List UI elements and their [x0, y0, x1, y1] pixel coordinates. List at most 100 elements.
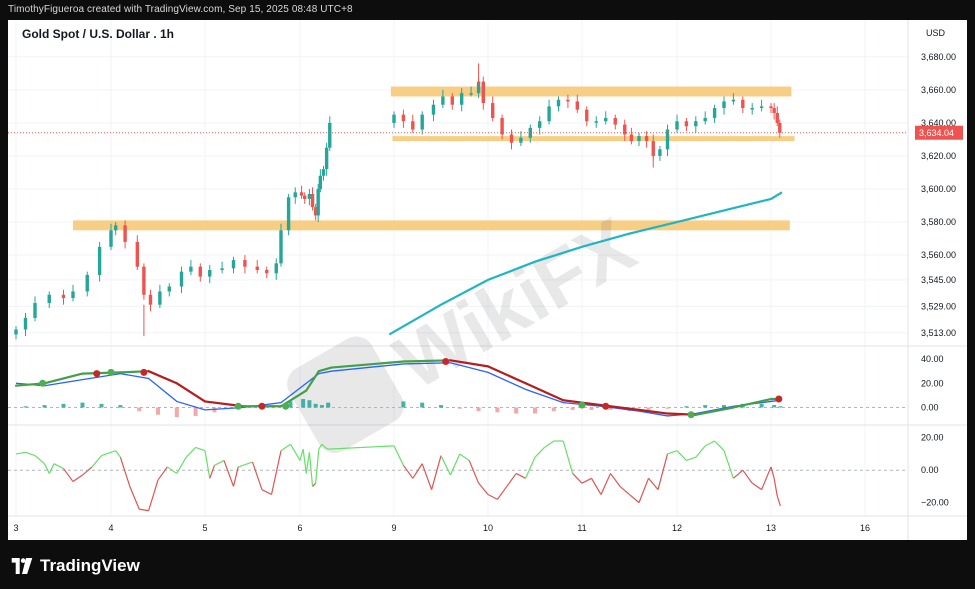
chart-panel[interactable]: WikiFX 3,513.00 3,529.00 3,545.00 3,560.00 3…: [8, 20, 967, 540]
oscillator-segment: [101, 450, 116, 457]
candle-body: [651, 141, 655, 156]
candle-body: [731, 99, 736, 102]
candle-body: [538, 121, 542, 128]
oscillator-segment: [251, 461, 263, 490]
macd-cross-marker: [234, 402, 242, 410]
macd-cross-marker: [775, 395, 783, 403]
oscillator-segment: [581, 477, 592, 484]
price-axis-tick-label: 3,620.00: [921, 151, 956, 161]
macd-histogram-bar: [772, 405, 777, 408]
oscillator-segment: [590, 477, 602, 495]
candle-body: [142, 266, 146, 295]
candle-body: [629, 134, 634, 142]
time-axis-tick-label: 10: [483, 523, 493, 533]
macd-signal-segment: [732, 397, 773, 409]
oscillator-segment: [238, 461, 253, 468]
oscillator-segment: [629, 494, 640, 504]
candle-body: [274, 263, 278, 274]
oscillator-segment: [34, 455, 45, 465]
price-axis-tick-label: 3,580.00: [921, 217, 956, 227]
oscillator-segment: [459, 453, 470, 461]
wikifx-watermark-mark: WikiFX: [287, 200, 649, 454]
oscillator-segment: [393, 445, 404, 466]
tradingview-logo-icon: [11, 558, 33, 574]
tradingview-logo[interactable]: TradingView: [10, 556, 140, 576]
macd-histogram-bar: [759, 403, 764, 408]
chart-title: Gold Spot / U.S. Dollar . 1h: [22, 27, 175, 41]
candle-body: [392, 114, 396, 123]
oscillator-segment: [515, 472, 526, 479]
candle-body: [33, 303, 37, 318]
price-chart[interactable]: WikiFX 3,513.003,529.003,545.003,560.003…: [8, 20, 967, 540]
macd-histogram-bar: [137, 407, 142, 412]
oscillator-segment: [148, 479, 159, 511]
macd-histogram-bar: [301, 399, 306, 408]
candle-body: [637, 136, 641, 142]
oscillator-segment: [167, 466, 178, 474]
macd-cross-marker: [602, 402, 610, 410]
oscillator-axis-tick-label: 0.00: [921, 465, 939, 475]
macd-signal-segment: [175, 382, 207, 403]
price-axis-tick-label: 3,680.00: [921, 52, 956, 62]
candle-body: [491, 103, 495, 118]
candle-body: [694, 121, 698, 127]
oscillator-segment: [157, 466, 168, 481]
candle-body: [279, 230, 283, 264]
candle-body: [401, 114, 406, 122]
candle-body: [307, 193, 312, 199]
oscillator-segment: [600, 473, 612, 495]
oscillator-segment: [119, 457, 131, 487]
candle-body: [411, 121, 415, 130]
time-axis-tick-label: 5: [202, 523, 207, 533]
price-axis-tick-label: 3,600.00: [921, 184, 956, 194]
price-axis-tick-label: 3,660.00: [921, 85, 956, 95]
candle-body: [778, 122, 782, 133]
oscillator-segment: [129, 486, 140, 510]
oscillator-segment: [610, 473, 621, 487]
macd-histogram-bar: [313, 403, 318, 408]
oscillator-segment: [773, 478, 778, 497]
time-axis-tick-label: 9: [391, 523, 396, 533]
macd-histogram-bar: [589, 407, 594, 410]
candle-body: [566, 99, 570, 102]
oscillator-segment: [15, 451, 26, 455]
oscillator-panel: [8, 440, 908, 512]
macd-cross-marker: [687, 411, 695, 419]
candle-body: [772, 108, 776, 113]
oscillator-segment: [195, 446, 206, 452]
oscillator-segment: [714, 440, 725, 452]
candle-body: [703, 117, 707, 122]
candle-body: [441, 96, 445, 105]
candle-body: [759, 106, 764, 109]
oscillator-segment: [544, 440, 555, 448]
time-axis-tick-label: 6: [297, 523, 302, 533]
macd-histogram-bar: [80, 402, 85, 408]
oscillator-segment: [232, 466, 239, 487]
oscillator-segment: [525, 456, 536, 479]
oscillator-segment: [676, 450, 687, 461]
oscillator-segment: [315, 449, 320, 484]
time-axis-tick-label: 13: [766, 523, 776, 533]
candle-body: [231, 260, 236, 269]
macd-histogram-bar: [401, 401, 406, 408]
oscillator-segment: [496, 486, 508, 500]
candle-body: [722, 101, 726, 109]
candle-body: [14, 329, 18, 335]
oscillator-segment: [223, 460, 235, 487]
price-axis-tick-label: 3,513.00: [921, 328, 956, 338]
candle-body: [23, 317, 28, 330]
candle-body: [293, 192, 297, 198]
currency-label[interactable]: USD: [926, 28, 945, 38]
time-axis-tick-label: 3: [13, 523, 18, 533]
candle-body: [135, 241, 140, 267]
oscillator-segment: [115, 450, 121, 458]
candle-body: [450, 96, 454, 105]
candle-body: [675, 121, 679, 130]
candle-body: [556, 99, 561, 107]
macd-histogram-bar: [722, 405, 726, 408]
macd-histogram-bar: [665, 407, 670, 409]
price-axis-tick-label: 3,560.00: [921, 250, 956, 260]
candle-body: [47, 294, 51, 304]
macd-cross-marker: [282, 402, 290, 410]
oscillator-segment: [91, 455, 102, 468]
